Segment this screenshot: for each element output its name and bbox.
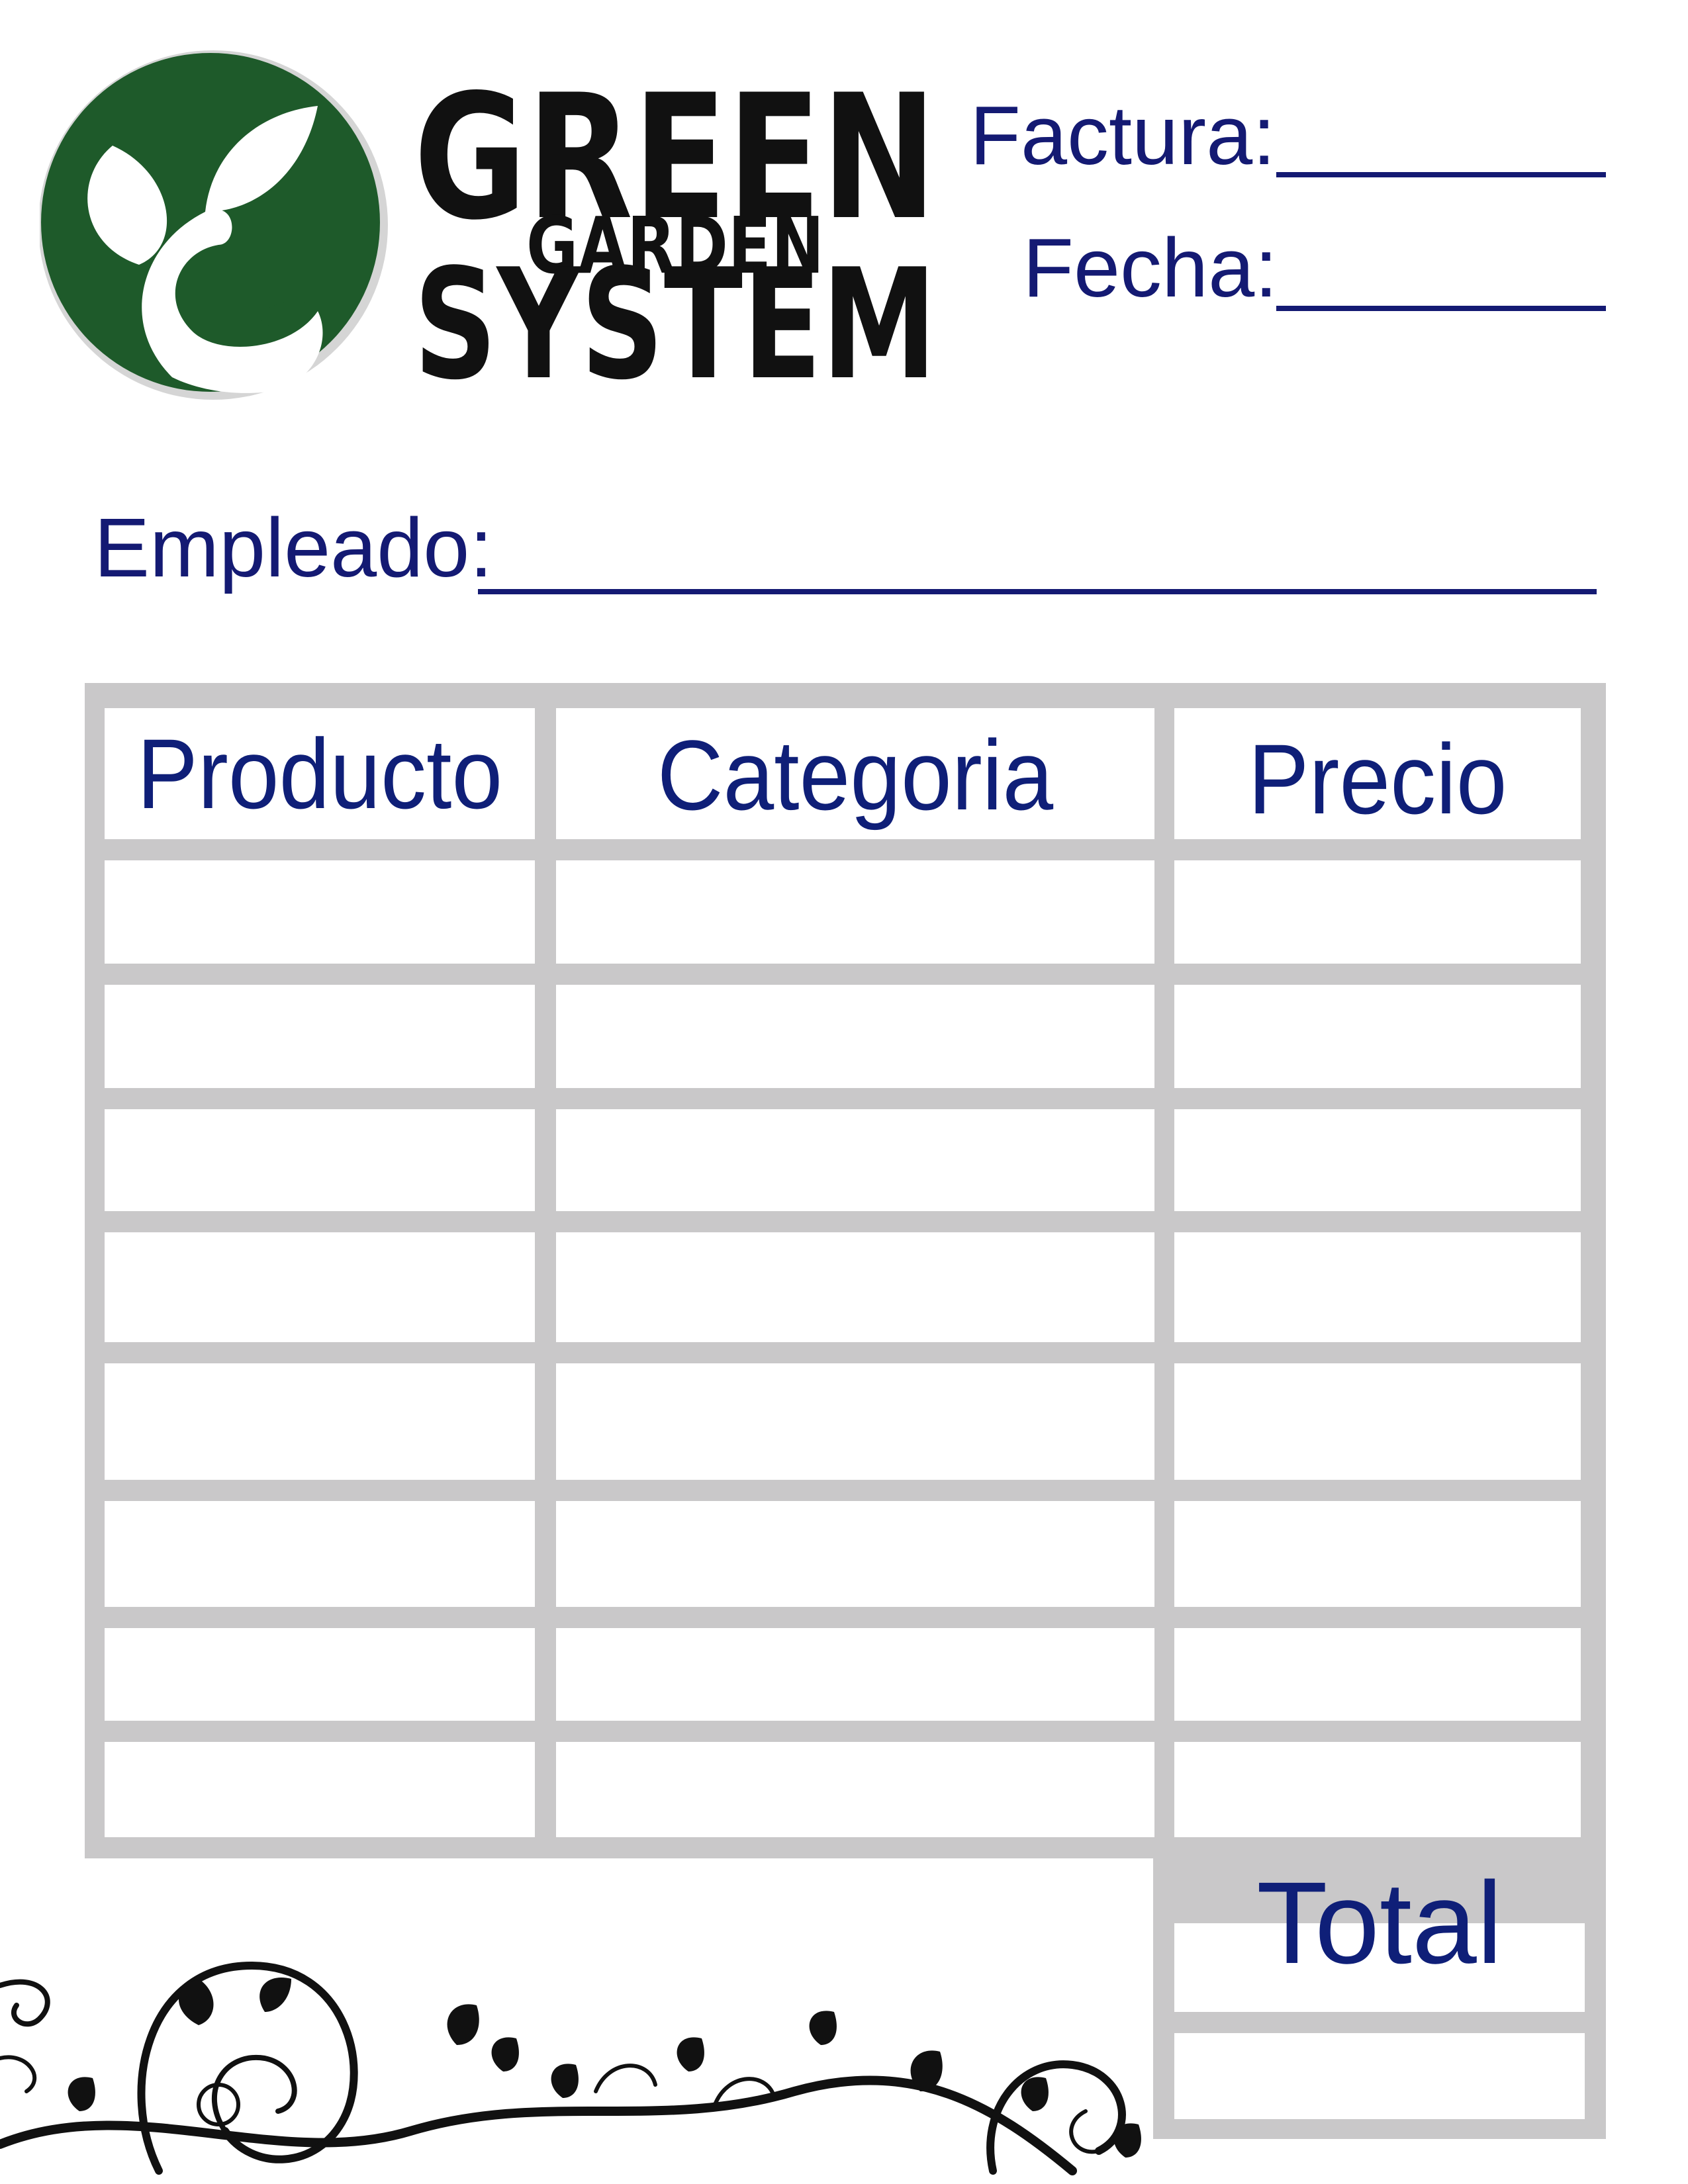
table-cell-price[interactable] bbox=[1174, 1232, 1581, 1342]
employee-field[interactable] bbox=[478, 589, 1597, 594]
table-cell-price[interactable] bbox=[1174, 1501, 1581, 1607]
table-cell-product[interactable] bbox=[105, 1501, 535, 1607]
table-cell-category[interactable] bbox=[556, 1628, 1154, 1721]
invoice-table: Producto Categoria Precio bbox=[85, 683, 1606, 1858]
column-header-product-label: Producto bbox=[136, 718, 503, 829]
table-cell-price[interactable] bbox=[1174, 1742, 1581, 1837]
table-cell-product[interactable] bbox=[105, 1628, 535, 1721]
floral-ornament bbox=[0, 1893, 1165, 2184]
table-cell-category[interactable] bbox=[556, 985, 1154, 1088]
table-cell-category[interactable] bbox=[556, 1232, 1154, 1342]
invoice-label: Factura: bbox=[970, 89, 1276, 182]
table-cell-product[interactable] bbox=[105, 1109, 535, 1211]
date-field[interactable] bbox=[1276, 306, 1606, 311]
logo-word-system: SYSTEM bbox=[414, 237, 937, 404]
company-logo: GREEN GARDEN SYSTEM bbox=[40, 46, 940, 404]
column-header-price: Precio bbox=[1174, 708, 1581, 839]
table-cell-price[interactable] bbox=[1174, 860, 1581, 964]
table-cell-product[interactable] bbox=[105, 1232, 535, 1342]
table-cell-category[interactable] bbox=[556, 1742, 1154, 1837]
total-label: Total bbox=[1256, 1858, 1503, 1988]
table-cell-category[interactable] bbox=[556, 1109, 1154, 1211]
table-cell-product[interactable] bbox=[105, 1742, 535, 1837]
table-cell-category[interactable] bbox=[556, 860, 1154, 964]
column-header-product: Producto bbox=[105, 708, 535, 839]
invoice-number-field[interactable] bbox=[1276, 172, 1606, 177]
table-cell-category[interactable] bbox=[556, 1501, 1154, 1607]
table-cell-product[interactable] bbox=[105, 1363, 535, 1480]
table-cell-product[interactable] bbox=[105, 985, 535, 1088]
table-cell-category[interactable] bbox=[556, 1363, 1154, 1480]
table-cell-price[interactable] bbox=[1174, 1628, 1581, 1721]
column-header-category: Categoria bbox=[556, 708, 1154, 839]
table-cell-price[interactable] bbox=[1174, 1363, 1581, 1480]
date-label: Fecha: bbox=[1023, 221, 1278, 314]
total-value-cell[interactable] bbox=[1174, 2033, 1585, 2119]
column-header-category-label: Categoria bbox=[657, 719, 1054, 831]
employee-label: Empleado: bbox=[94, 501, 493, 594]
table-cell-product[interactable] bbox=[105, 860, 535, 964]
table-cell-price[interactable] bbox=[1174, 985, 1581, 1088]
table-cell-price[interactable] bbox=[1174, 1109, 1581, 1211]
column-header-price-label: Precio bbox=[1248, 723, 1507, 835]
